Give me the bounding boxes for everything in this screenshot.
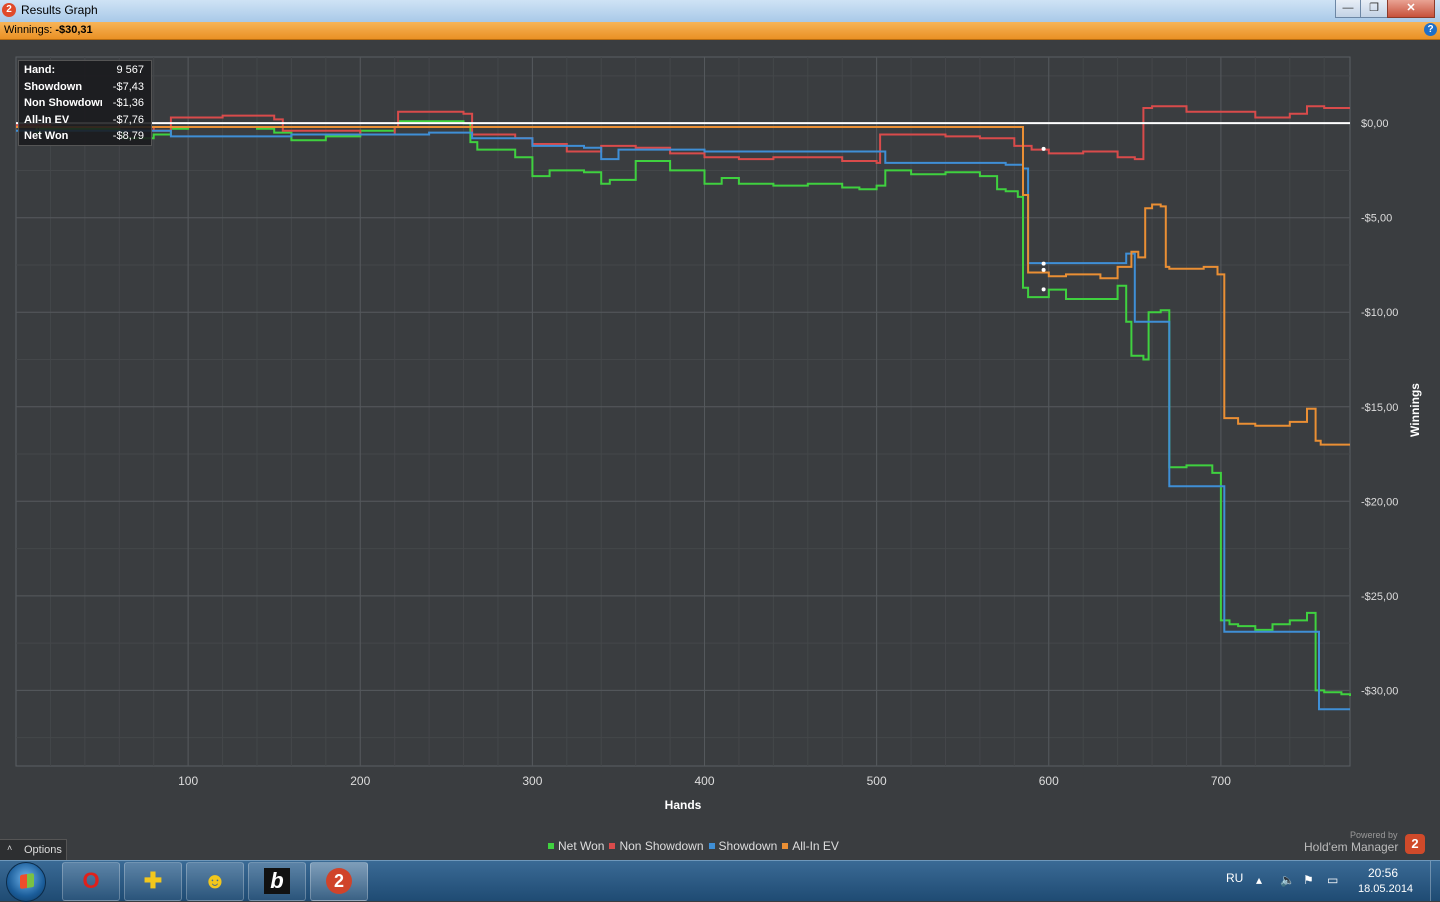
taskbar-app-holdem-manager[interactable]: 2 (310, 862, 368, 901)
legend-swatch (609, 843, 616, 849)
taskbar: O ✚ ☻ b 2 RU ▴ 🔈 ⚑ ▭ 20:56 18.05.2014 (0, 860, 1440, 902)
winnings-summary: Winnings: -$30,31 (4, 24, 93, 36)
tooltip-row: Hand: 9 567 (24, 64, 148, 80)
language-indicator[interactable]: RU (1226, 871, 1243, 885)
y-tick-label: -$25,00 (1361, 591, 1398, 603)
help-icon[interactable]: ? (1424, 23, 1437, 36)
taskbar-app-bodog[interactable]: b (248, 862, 306, 901)
summary-bar: Winnings: -$30,31 ? (0, 22, 1440, 40)
clock-time[interactable]: 20:56 (1368, 866, 1398, 880)
tooltip-row: Showdown -$7,43 (24, 81, 148, 97)
y-tick-label: -$20,00 (1361, 496, 1398, 508)
x-tick-label: 400 (695, 774, 715, 788)
x-tick-label: 600 (1039, 774, 1059, 788)
x-tick-label: 700 (1211, 774, 1231, 788)
results-graph-area[interactable]: 100 200 300 400 500 600 700 $0,00 -$5,00 -$10,00 -… (0, 40, 1440, 860)
window-title-bar[interactable]: 2 Results Graph — ❐ ✕ (0, 0, 1440, 23)
legend-item[interactable]: All-In EV (782, 839, 839, 853)
legend-label: Showdown (718, 839, 778, 853)
hover-tooltip: Hand: 9 567 Showdown -$7,43 Non Showdown -$1,… (18, 60, 152, 146)
chevron-up-icon: ˄ (7, 843, 13, 853)
legend-item[interactable]: Net Won (548, 839, 604, 853)
clock-date[interactable]: 18.05.2014 (1358, 883, 1413, 895)
x-tick-label: 100 (178, 774, 198, 788)
tooltip-value: -$1,36 (112, 97, 144, 109)
powered-by-label: Powered by (1350, 830, 1398, 840)
hover-marker (1041, 287, 1046, 292)
options-button[interactable]: ˄ Options (0, 839, 67, 860)
plot-background (15, 56, 1351, 767)
tray-expand-icon[interactable]: ▴ (1256, 873, 1262, 887)
x-tick-label: 300 (522, 774, 542, 788)
app-3-icon: ☻ (203, 868, 227, 893)
show-desktop-button[interactable] (1430, 861, 1440, 901)
y-tick-label: -$15,00 (1361, 402, 1398, 414)
hover-marker (1041, 146, 1046, 151)
winnings-label: Winnings: (4, 24, 53, 36)
taskbar-app-opera[interactable]: O (62, 862, 120, 901)
volume-icon[interactable]: 🔈 (1280, 873, 1295, 887)
tooltip-label: Non Showdown (24, 97, 102, 109)
tooltip-value: -$8,79 (112, 130, 144, 142)
hem-logo-icon: 2 (1405, 834, 1425, 854)
window-title: Results Graph (21, 3, 98, 17)
minimize-button[interactable]: — (1335, 0, 1361, 18)
app-2-icon: ✚ (143, 868, 163, 893)
legend-label: Non Showdown (619, 839, 704, 853)
tooltip-row: All-In EV -$7,76 (24, 114, 148, 130)
y-axis-label: Winnings (1408, 383, 1422, 437)
windows-logo-icon (20, 873, 34, 889)
tooltip-label: All-In EV (24, 113, 70, 126)
taskbar-app-app-3[interactable]: ☻ (186, 862, 244, 901)
tooltip-row: Non Showdown -$1,36 (24, 97, 148, 113)
legend-swatch (548, 843, 554, 849)
hover-marker (1041, 267, 1046, 272)
chart-legend: Net Won Non Showdown Showdown All-In EV (548, 839, 844, 855)
y-tick-label: -$30,00 (1361, 685, 1398, 697)
app-logo-icon: 2 (2, 3, 16, 17)
tooltip-label: Showdown (24, 80, 83, 93)
hover-marker (1041, 261, 1046, 266)
taskbar-app-app-2[interactable]: ✚ (124, 862, 182, 901)
legend-item[interactable]: Non Showdown (609, 839, 704, 853)
x-axis-label: Hands (665, 798, 702, 812)
tooltip-value: 9 567 (116, 64, 144, 76)
holdem-manager-icon: 2 (326, 868, 352, 894)
flag-action-center-icon[interactable]: ⚑ (1303, 873, 1314, 887)
y-tick-label: -$10,00 (1361, 307, 1398, 319)
product-name: Hold'em Manager (1304, 840, 1399, 854)
tooltip-row: Net Won -$8,79 (24, 130, 148, 146)
legend-label: All-In EV (792, 839, 839, 853)
network-icon[interactable]: ▭ (1327, 873, 1338, 887)
tooltip-label: Hand: (24, 64, 56, 76)
legend-swatch (708, 843, 715, 849)
tooltip-label: Net Won (24, 130, 69, 142)
tooltip-value: -$7,76 (112, 113, 144, 126)
legend-label: Net Won (558, 839, 605, 853)
legend-swatch (782, 843, 789, 849)
y-tick-label: $0,00 (1361, 118, 1389, 130)
options-label: Options (24, 844, 62, 856)
close-button[interactable]: ✕ (1387, 0, 1435, 18)
maximize-button[interactable]: ❐ (1360, 0, 1388, 18)
start-button[interactable] (6, 862, 46, 902)
bodog-icon: b (264, 868, 290, 894)
opera-icon: O (82, 868, 100, 893)
tooltip-value: -$7,43 (112, 80, 144, 93)
results-chart[interactable]: 100 200 300 400 500 600 700 $0,00 -$5,00 -$10,00 -… (0, 40, 1440, 840)
x-tick-label: 200 (350, 774, 370, 788)
y-tick-label: -$5,00 (1361, 213, 1392, 225)
winnings-value: -$30,31 (55, 24, 93, 36)
x-tick-label: 500 (867, 774, 887, 788)
legend-item[interactable]: Showdown (708, 839, 778, 853)
